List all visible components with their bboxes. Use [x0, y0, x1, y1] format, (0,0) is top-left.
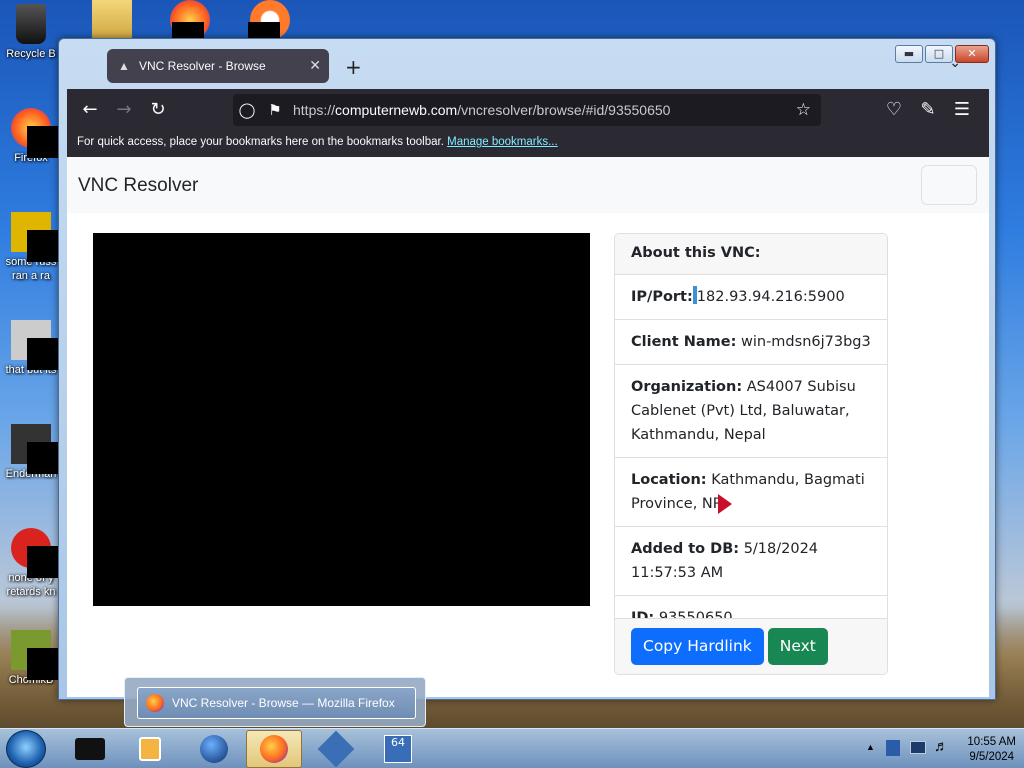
- preview-item[interactable]: VNC Resolver - Browse — Mozilla Firefox: [137, 687, 416, 719]
- extensions-icon[interactable]: ✎: [911, 93, 945, 127]
- added-label: Added to DB:: [631, 541, 740, 557]
- app-badge: 64: [384, 735, 412, 763]
- card-title: About this VNC:: [615, 234, 887, 275]
- desktop-icon-enderman[interactable]: Enderman: [0, 424, 62, 481]
- client-label: Client Name:: [631, 334, 737, 350]
- firefox-icon: [11, 108, 59, 158]
- taskbar-app-black-icon[interactable]: [62, 730, 118, 768]
- url-text: https://computernewb.com/vncresolver/bro…: [293, 102, 670, 118]
- desktop-icon-recycle-bin[interactable]: Recycle B: [0, 4, 62, 61]
- clock[interactable]: 10:55 AM 9/5/2024: [967, 735, 1016, 765]
- app-icon: [11, 424, 59, 474]
- org-label: Organization:: [631, 379, 743, 395]
- desktop-icon-shortcut-1[interactable]: some russ ran a ra: [0, 212, 62, 283]
- network-icon[interactable]: [910, 741, 926, 754]
- tab-vnc-resolver[interactable]: ▲ VNC Resolver - Browse ✕: [107, 49, 329, 83]
- nepal-flag-icon: [717, 494, 732, 514]
- globe-icon[interactable]: [186, 730, 242, 768]
- firefox-icon: [260, 735, 288, 763]
- manage-bookmarks-link[interactable]: Manage bookmarks...: [447, 136, 558, 148]
- bookmark-star-icon[interactable]: ☆: [796, 100, 811, 120]
- shield-icon[interactable]: ◯: [233, 101, 261, 119]
- folder-icon[interactable]: [92, 0, 132, 40]
- media-player-icon[interactable]: [122, 730, 178, 768]
- firefox-window: ▬ □ ✕ ▲ VNC Resolver - Browse ✕ + ⌄ ← → …: [58, 38, 996, 700]
- reload-icon[interactable]: ↻: [141, 93, 175, 127]
- cpu-z-icon[interactable]: 64: [370, 730, 426, 768]
- navbar-header: VNC Resolver: [67, 157, 989, 213]
- copy-hardlink-button[interactable]: Copy Hardlink: [631, 628, 764, 665]
- url-host: computernewb.com: [335, 102, 458, 118]
- ip-port-row: IP/Port: 182.93.94.216:5900: [615, 275, 887, 320]
- organization-row: Organization: AS4007 Subisu Cablenet (Pv…: [615, 365, 887, 458]
- ie-shortcut-icon: [11, 212, 59, 262]
- toolbar-right: ♡ ✎ ☰: [877, 93, 979, 127]
- clock-time: 10:55 AM: [967, 736, 1016, 748]
- opera-icon: [11, 528, 59, 578]
- start-button[interactable]: [6, 730, 46, 768]
- tray-expand-icon[interactable]: ▲: [866, 742, 875, 752]
- added-row: Added to DB: 5/18/2024 11:57:53 AM: [615, 527, 887, 596]
- next-button[interactable]: Next: [767, 628, 828, 665]
- system-tray: ▲ ♬ 10:55 AM 9/5/2024: [866, 733, 1016, 765]
- vnc-screenshot: [93, 233, 590, 606]
- clock-date: 9/5/2024: [969, 751, 1015, 763]
- desktop-icon-label: ran a ra: [12, 270, 50, 282]
- client-name-row: Client Name: win-mdsn6j73bg3: [615, 320, 887, 365]
- nav-bar: ← → ↻ ◯ ⚑ https://computernewb.com/vncre…: [67, 89, 989, 131]
- taskbar-preview[interactable]: VNC Resolver - Browse — Mozilla Firefox: [124, 677, 426, 727]
- url-prefix: https://: [293, 102, 336, 118]
- tray-app-icon[interactable]: [886, 740, 900, 756]
- virtualbox-icon[interactable]: [308, 730, 364, 768]
- lock-icon[interactable]: ⚑: [261, 101, 289, 119]
- desktop-icon-chomik[interactable]: ChomikB: [0, 630, 62, 687]
- bookmarks-toolbar: For quick access, place your bookmarks h…: [67, 131, 989, 157]
- desktop-icon-label: Recycle B: [6, 48, 56, 60]
- tab-title: VNC Resolver - Browse: [139, 59, 266, 73]
- url-path: /vncresolver/browse/#id/93550650: [457, 102, 671, 118]
- tab-bar: ▲ VNC Resolver - Browse ✕ + ⌄: [67, 49, 961, 85]
- url-bar[interactable]: ◯ ⚑ https://computernewb.com/vncresolver…: [233, 94, 821, 126]
- recycle-bin-icon: [16, 4, 46, 44]
- vnc-info-card: About this VNC: IP/Port: 182.93.94.216:59…: [614, 233, 888, 675]
- firefox-icon: [146, 694, 164, 712]
- client-value: win-mdsn6j73bg3: [741, 334, 871, 350]
- list-all-tabs-icon[interactable]: ⌄: [949, 55, 961, 71]
- bookmarks-hint: For quick access, place your bookmarks h…: [77, 136, 444, 148]
- volume-icon[interactable]: ♬: [934, 738, 949, 755]
- back-arrow-icon[interactable]: ←: [73, 93, 107, 127]
- location-label: Location:: [631, 472, 707, 488]
- page-content: VNC Resolver About this VNC: IP/Port: 182…: [67, 157, 989, 697]
- ip-value: 182.93.94.216:5900: [696, 289, 845, 305]
- shortcut-icon: [11, 320, 59, 370]
- navbar-toggler-button[interactable]: [921, 165, 977, 205]
- page-title[interactable]: VNC Resolver: [78, 175, 198, 197]
- forward-arrow-icon[interactable]: →: [107, 93, 141, 127]
- desktop-icon-label: retards kn: [6, 586, 56, 598]
- desktop-icon-opera[interactable]: none of y retards kn: [0, 528, 62, 599]
- desktop-icon-firefox[interactable]: Firefox: [0, 108, 62, 165]
- close-tab-icon[interactable]: ✕: [309, 57, 321, 74]
- card-footer: Copy Hardlink Next: [615, 618, 887, 674]
- taskbar: 64 ▲ ♬ 10:55 AM 9/5/2024: [0, 728, 1024, 768]
- location-row: Location: Kathmandu, Bagmati Province, N…: [615, 458, 887, 527]
- minimize-button[interactable]: ▬: [895, 45, 923, 63]
- desktop-icon-shortcut-2[interactable]: that but its: [0, 320, 62, 377]
- new-tab-icon[interactable]: +: [345, 55, 362, 79]
- taskbar-firefox[interactable]: [246, 730, 302, 768]
- ip-label: IP/Port:: [631, 289, 693, 305]
- preview-title: VNC Resolver - Browse — Mozilla Firefox: [172, 696, 395, 710]
- chomik-icon: [11, 630, 59, 680]
- menu-icon[interactable]: ☰: [945, 93, 979, 127]
- pocket-icon[interactable]: ♡: [877, 93, 911, 127]
- site-favicon-icon: ▲: [118, 59, 130, 73]
